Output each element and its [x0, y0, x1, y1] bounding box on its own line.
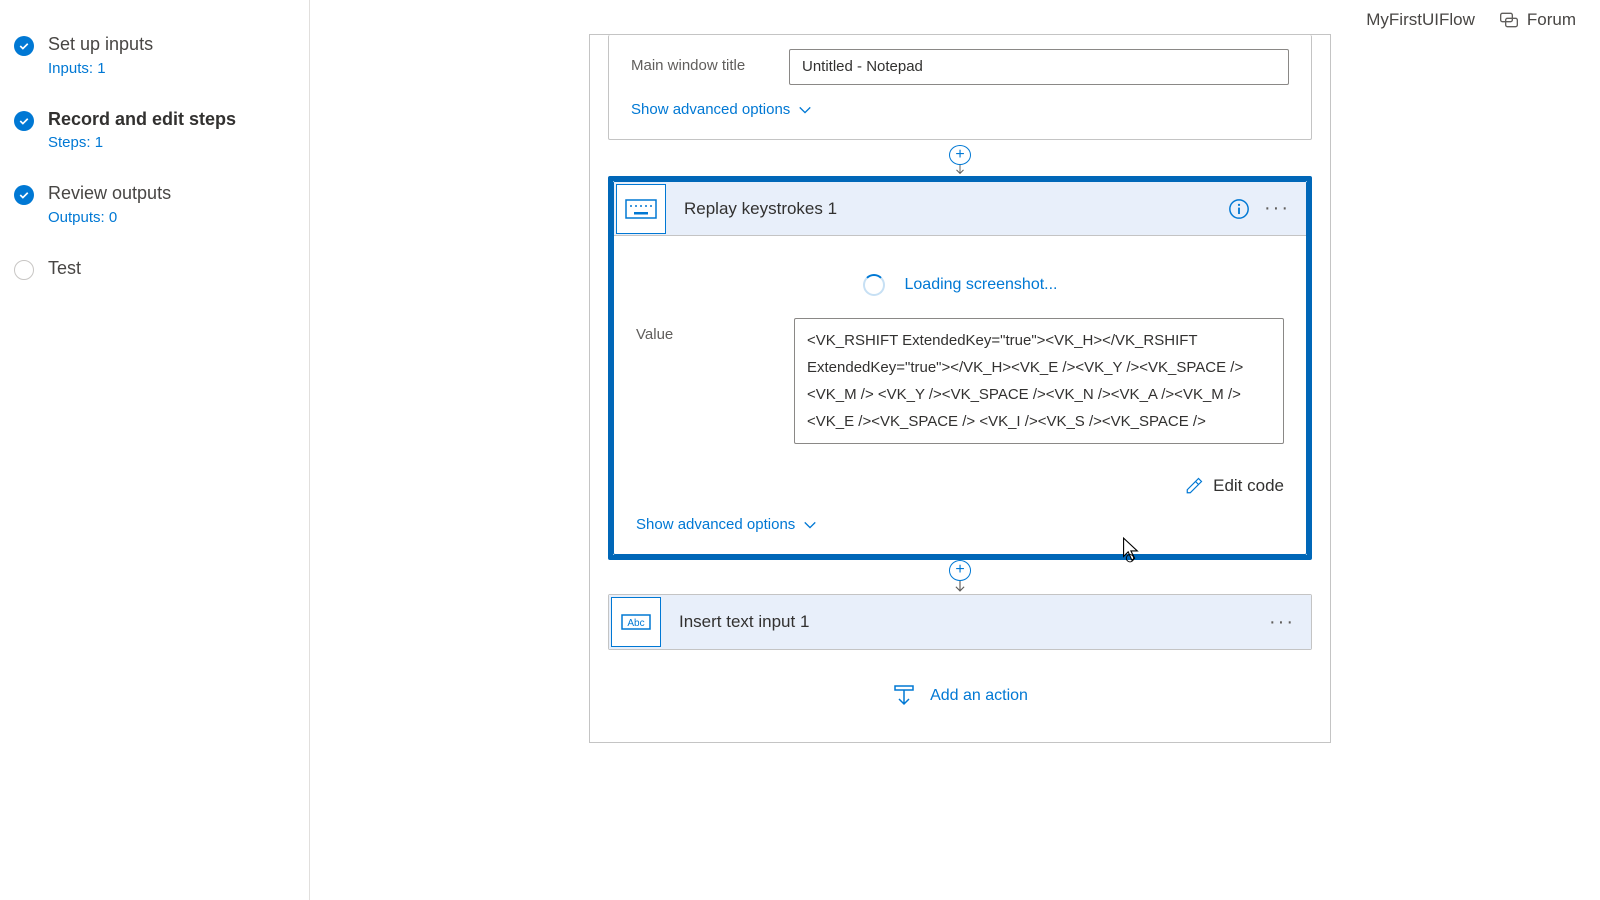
add-step-button[interactable]: +	[949, 145, 971, 165]
forum-label: Forum	[1527, 10, 1576, 30]
card-title: Insert text input 1	[663, 612, 1269, 632]
connector: +	[608, 140, 1312, 176]
adv-label: Show advanced options	[636, 516, 795, 533]
spinner-icon	[863, 274, 885, 296]
edit-icon	[1185, 477, 1203, 495]
step-title: Review outputs	[48, 183, 171, 205]
svg-text:Abc: Abc	[627, 618, 644, 629]
adv-label: Show advanced options	[631, 101, 790, 118]
step-sub: Inputs: 1	[48, 60, 153, 77]
add-action-label: Add an action	[930, 687, 1028, 705]
keystroke-value-input[interactable]: <VK_RSHIFT ExtendedKey="true"><VK_H></VK…	[794, 318, 1284, 444]
connector: +	[608, 560, 1312, 594]
show-advanced-options[interactable]: Show advanced options	[636, 516, 817, 533]
card-title: Replay keystrokes 1	[668, 199, 1228, 219]
more-icon[interactable]: ···	[1264, 197, 1290, 220]
step-title: Set up inputs	[48, 34, 153, 56]
add-step-button[interactable]: +	[949, 560, 971, 581]
add-action-button[interactable]: Add an action	[608, 650, 1312, 742]
step-sub: Outputs: 0	[48, 209, 171, 226]
arrow-down-icon	[953, 165, 967, 176]
check-icon	[14, 36, 34, 56]
forum-link[interactable]: Forum	[1499, 10, 1576, 30]
info-icon[interactable]	[1228, 198, 1250, 220]
field-label-value: Value	[636, 318, 774, 343]
step-sub: Steps: 1	[48, 134, 236, 151]
chat-icon	[1499, 10, 1519, 30]
text-input-icon: Abc	[611, 597, 661, 647]
step-title: Record and edit steps	[48, 109, 236, 131]
card-insert-text[interactable]: Abc Insert text input 1 ···	[608, 594, 1312, 650]
keyboard-icon	[616, 184, 666, 234]
flow-name: MyFirstUIFlow	[1366, 10, 1475, 30]
sidebar-step-outputs[interactable]: Review outputs Outputs: 0	[12, 173, 297, 248]
sidebar-step-record[interactable]: Record and edit steps Steps: 1	[12, 99, 297, 174]
more-icon[interactable]: ···	[1269, 611, 1295, 634]
arrow-down-icon	[953, 581, 967, 594]
edit-code-label: Edit code	[1213, 476, 1284, 496]
field-label-main-window: Main window title	[631, 49, 769, 74]
outer-container: Main window title Untitled - Notepad Sho…	[589, 34, 1331, 743]
check-icon	[14, 111, 34, 131]
edit-code-button[interactable]: Edit code	[636, 460, 1284, 504]
chevron-down-icon	[803, 518, 817, 532]
card-replay-keystrokes[interactable]: Replay keystrokes 1 ··· Loading screensh…	[608, 176, 1312, 560]
sidebar-step-test[interactable]: Test	[12, 248, 297, 302]
main-window-title-input[interactable]: Untitled - Notepad	[789, 49, 1289, 85]
card-launch-app[interactable]: Main window title Untitled - Notepad Sho…	[608, 35, 1312, 140]
sidebar-step-inputs[interactable]: Set up inputs Inputs: 1	[12, 24, 297, 99]
step-title: Test	[48, 258, 81, 280]
show-advanced-options[interactable]: Show advanced options	[631, 101, 812, 118]
empty-check-icon	[14, 260, 34, 280]
add-action-icon	[892, 684, 916, 708]
loading-screenshot: Loading screenshot...	[636, 252, 1284, 318]
loading-label: Loading screenshot...	[905, 276, 1058, 294]
check-icon	[14, 185, 34, 205]
sidebar: Set up inputs Inputs: 1 Record and edit …	[0, 0, 310, 900]
chevron-down-icon	[798, 103, 812, 117]
